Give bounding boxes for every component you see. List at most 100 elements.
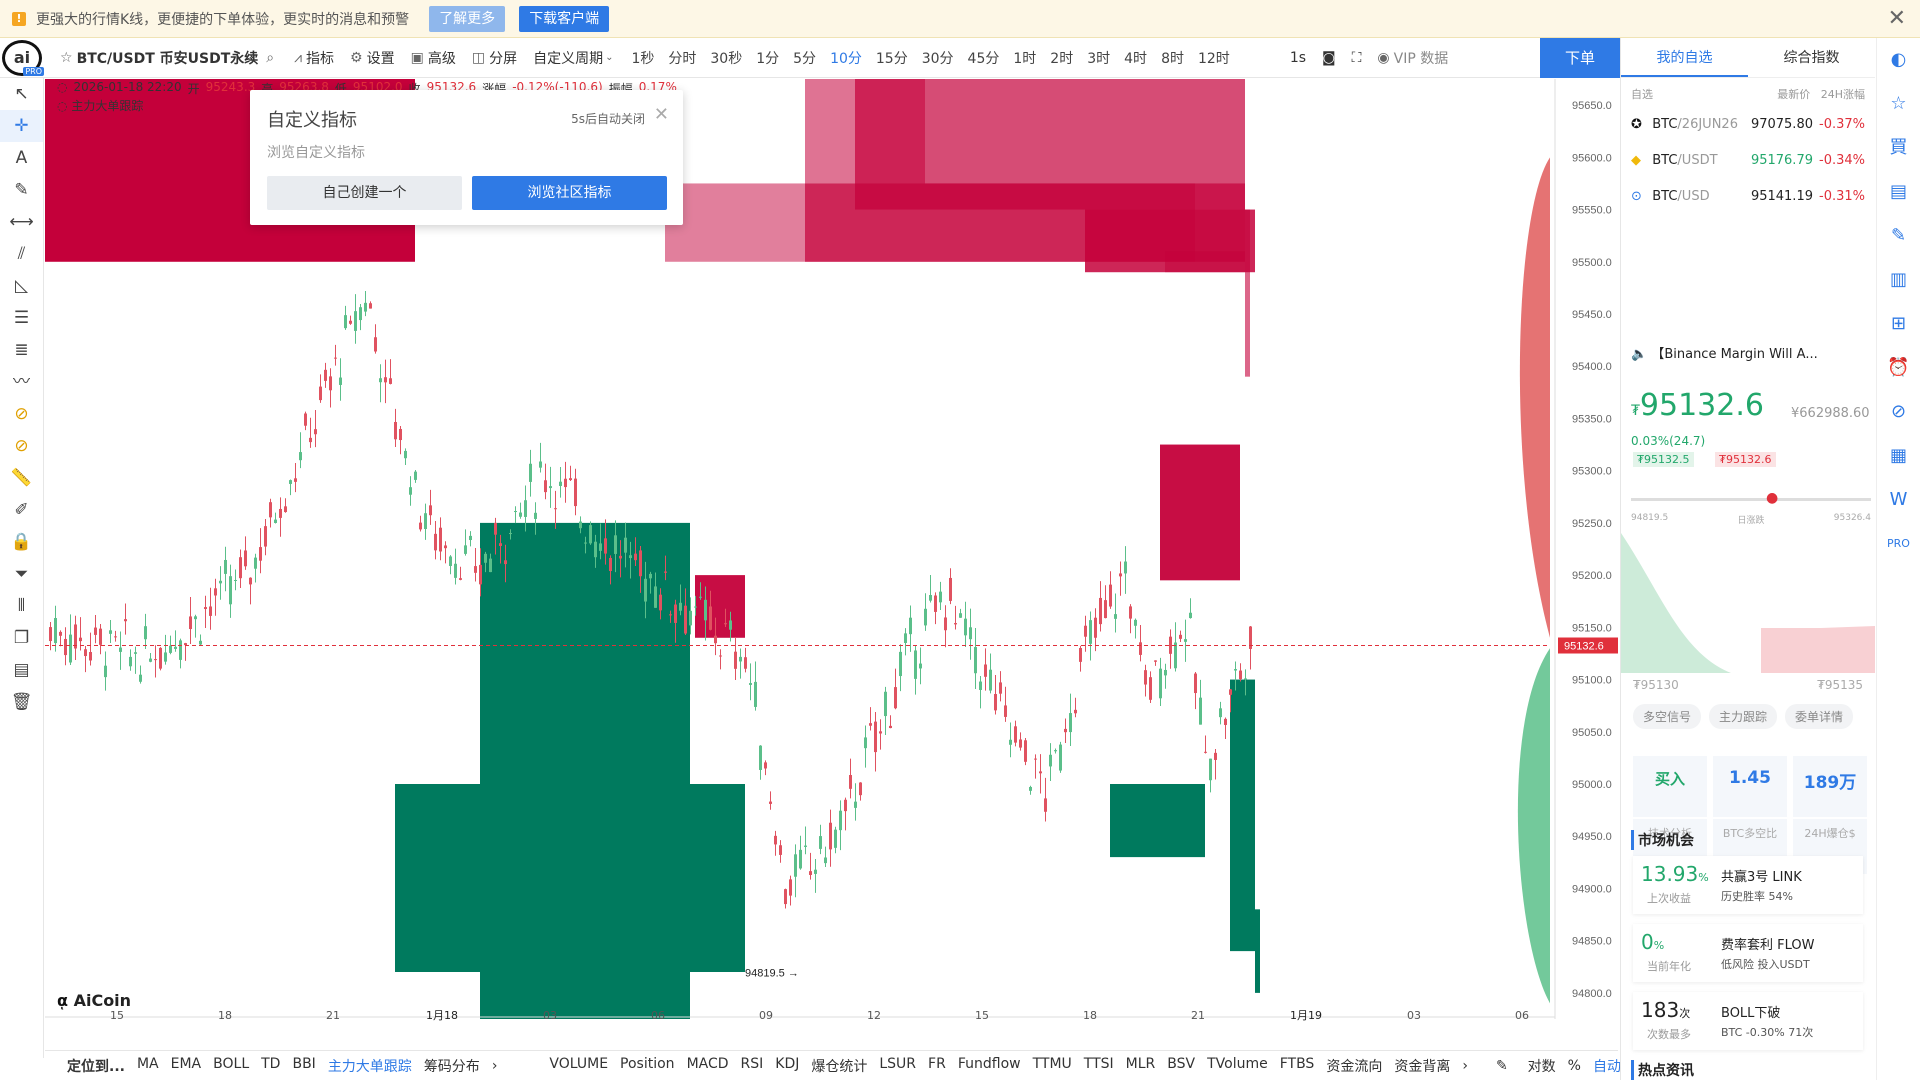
bookmark-icon[interactable]: ☆ [1877,82,1920,126]
edge-icon[interactable]: ◐ [1877,38,1920,82]
interval-label[interactable]: 1s [1290,50,1306,66]
indicator-KDJ[interactable]: KDJ [775,1056,799,1076]
pattern2-icon[interactable]: ⊘ [0,430,43,462]
opportunity-card[interactable]: 183次 次数最多 BOLL下破 BTC -0.30% 71次 [1633,992,1863,1050]
period-4时[interactable]: 4时 [1124,48,1147,68]
indicator-EMA[interactable]: EMA [171,1056,202,1076]
camera-icon[interactable]: ◙ [1322,50,1336,66]
notes-icon[interactable]: ✎ [1877,214,1920,258]
close-icon[interactable]: ✕ [654,104,669,125]
indicator-VOLUME[interactable]: VOLUME [549,1056,608,1076]
add-icon[interactable]: ⊞ [1877,302,1920,346]
tab-composite-index[interactable]: 综合指数 [1748,38,1875,77]
percent-scale-button[interactable]: % [1568,1058,1581,1074]
info-toggle-icon[interactable]: ◌ [57,80,67,97]
crosshair-icon[interactable]: ✛ [0,110,43,142]
pill-long-short[interactable]: 多空信号 [1633,704,1702,729]
create-indicator-button[interactable]: 自己创建一个 [267,176,462,210]
period-15分[interactable]: 15分 [876,48,908,68]
lock-icon[interactable]: 🔒 [0,526,43,558]
pill-main-tracking[interactable]: 主力跟踪 [1709,704,1778,729]
vip-data-button[interactable]: ◉ VIP 数据 [1377,48,1448,68]
opportunity-card[interactable]: 0% 当前年化 费率套利 FLOW 低风险 投入USDT [1633,924,1863,982]
indicator-Position[interactable]: Position [620,1056,675,1076]
indicator-BOLL[interactable]: BOLL [213,1056,249,1076]
period-1时[interactable]: 1时 [1013,48,1036,68]
symbol-selector[interactable]: ☆ BTC/USDT 币安USDT永续 ⌕ [60,48,278,68]
indicator-TTSI[interactable]: TTSI [1084,1056,1114,1076]
learn-more-button[interactable]: 了解更多 [429,5,506,32]
browse-indicators-button[interactable]: 浏览社区指标 [472,176,667,210]
aicoin-logo[interactable]: ai PRO [0,38,44,78]
place-order-button[interactable]: 下单 [1540,38,1620,78]
brush-icon[interactable]: ✎ [0,174,43,206]
edit-layers-icon[interactable]: ▤ [0,654,43,686]
indicator-MLR[interactable]: MLR [1126,1056,1156,1076]
cursor-icon[interactable]: ↖ [0,78,43,110]
indicator-BSV[interactable]: BSV [1167,1056,1195,1076]
indicator-爆仓统计[interactable]: 爆仓统计 [811,1056,867,1076]
custom-period-dropdown[interactable]: 自定义周期 ⌄ [533,48,617,68]
indicator-Fundflow[interactable]: Fundflow [958,1056,1021,1076]
channel-icon[interactable]: ☰ [0,302,43,334]
search-icon[interactable]: ⌕ [266,50,274,66]
auto-scale-button[interactable]: 自动 [1593,1056,1621,1076]
buy-icon[interactable]: 買 [1877,126,1920,170]
stat-tech[interactable]: 买入 技术分析 [1633,756,1707,874]
news-ticker[interactable]: 🔈 【Binance Margin Will A... [1631,343,1818,362]
advanced-button[interactable]: ▣ 高级 [411,48,456,68]
period-5分[interactable]: 5分 [793,48,816,68]
indicator-TVolume[interactable]: TVolume [1207,1056,1268,1076]
wallet-icon[interactable]: W [1877,478,1920,522]
indicator-筹码分布[interactable]: 筹码分布 [424,1056,480,1076]
copy-icon[interactable]: ❐ [0,622,43,654]
opportunity-card[interactable]: 13.93% 上次收益 共赢3号 LINK 历史胜率 54% [1633,856,1863,914]
period-分时[interactable]: 分时 [668,48,696,68]
stat-liq[interactable]: 189万 24H爆仓$ [1793,756,1867,874]
period-30分[interactable]: 30分 [922,48,954,68]
indicator-资金背离[interactable]: 资金背离 [1394,1056,1450,1076]
period-10分[interactable]: 10分 [830,48,862,68]
indicator-RSI[interactable]: RSI [741,1056,764,1076]
wave-icon[interactable]: 〰 [0,366,43,398]
indicator-MA[interactable]: MA [137,1056,159,1076]
period-45分[interactable]: 45分 [968,48,1000,68]
tracker-indicator-label[interactable]: ◌ 主力大单跟踪 [57,97,143,114]
indicator-FTBS[interactable]: FTBS [1280,1056,1315,1076]
stats-icon[interactable]: ▥ [1877,258,1920,302]
locate-button[interactable]: 定位到... [67,1056,125,1076]
indicator-button[interactable]: ⩘ 指标 [294,48,334,68]
indicator-主力大单跟踪[interactable]: 主力大单跟踪 [328,1056,412,1076]
close-icon[interactable]: ✕ [1888,6,1906,31]
period-8时[interactable]: 8时 [1161,48,1184,68]
pen-icon[interactable]: ✐ [0,494,43,526]
settings-button[interactable]: ⚙ 设置 [350,48,395,68]
trend-icon[interactable]: ⫽ [0,238,43,270]
stat-ratio[interactable]: 1.45 BTC多空比 [1713,756,1787,874]
watchlist-row[interactable]: ⊙ BTC/USD 95141.19 -0.31% [1621,178,1875,214]
text-icon[interactable]: A [0,142,43,174]
compass-icon[interactable]: ⊘ [1877,390,1920,434]
news-icon[interactable]: ▤ [1877,170,1920,214]
angle-icon[interactable]: ◺ [0,270,43,302]
download-client-button[interactable]: 下载客户端 [519,5,610,32]
pattern-icon[interactable]: ⊘ [0,398,43,430]
indicator-MACD[interactable]: MACD [687,1056,729,1076]
fib-icon[interactable]: ≣ [0,334,43,366]
period-1秒[interactable]: 1秒 [631,48,654,68]
indicator-TTMU[interactable]: TTMU [1033,1056,1072,1076]
log-scale-button[interactable]: 对数 [1528,1056,1556,1076]
period-12时[interactable]: 12时 [1198,48,1230,68]
ruler-icon[interactable]: 📏 [0,462,43,494]
period-1分[interactable]: 1分 [756,48,779,68]
edit-icon[interactable]: ✎ [1496,1058,1508,1074]
period-30秒[interactable]: 30秒 [710,48,742,68]
candles-icon[interactable]: ⫴ [0,590,43,622]
watchlist-row[interactable]: ✪ BTC/26JUN26 97075.80 -0.37% [1621,106,1875,142]
line-icon[interactable]: ⟷ [0,206,43,238]
chevron-right-icon[interactable]: › [1462,1058,1468,1074]
period-3时[interactable]: 3时 [1087,48,1110,68]
tab-my-watchlist[interactable]: 我的自选 [1621,38,1748,77]
indicator-FR[interactable]: FR [928,1056,946,1076]
clock-icon[interactable]: ⏰ [1877,346,1920,390]
